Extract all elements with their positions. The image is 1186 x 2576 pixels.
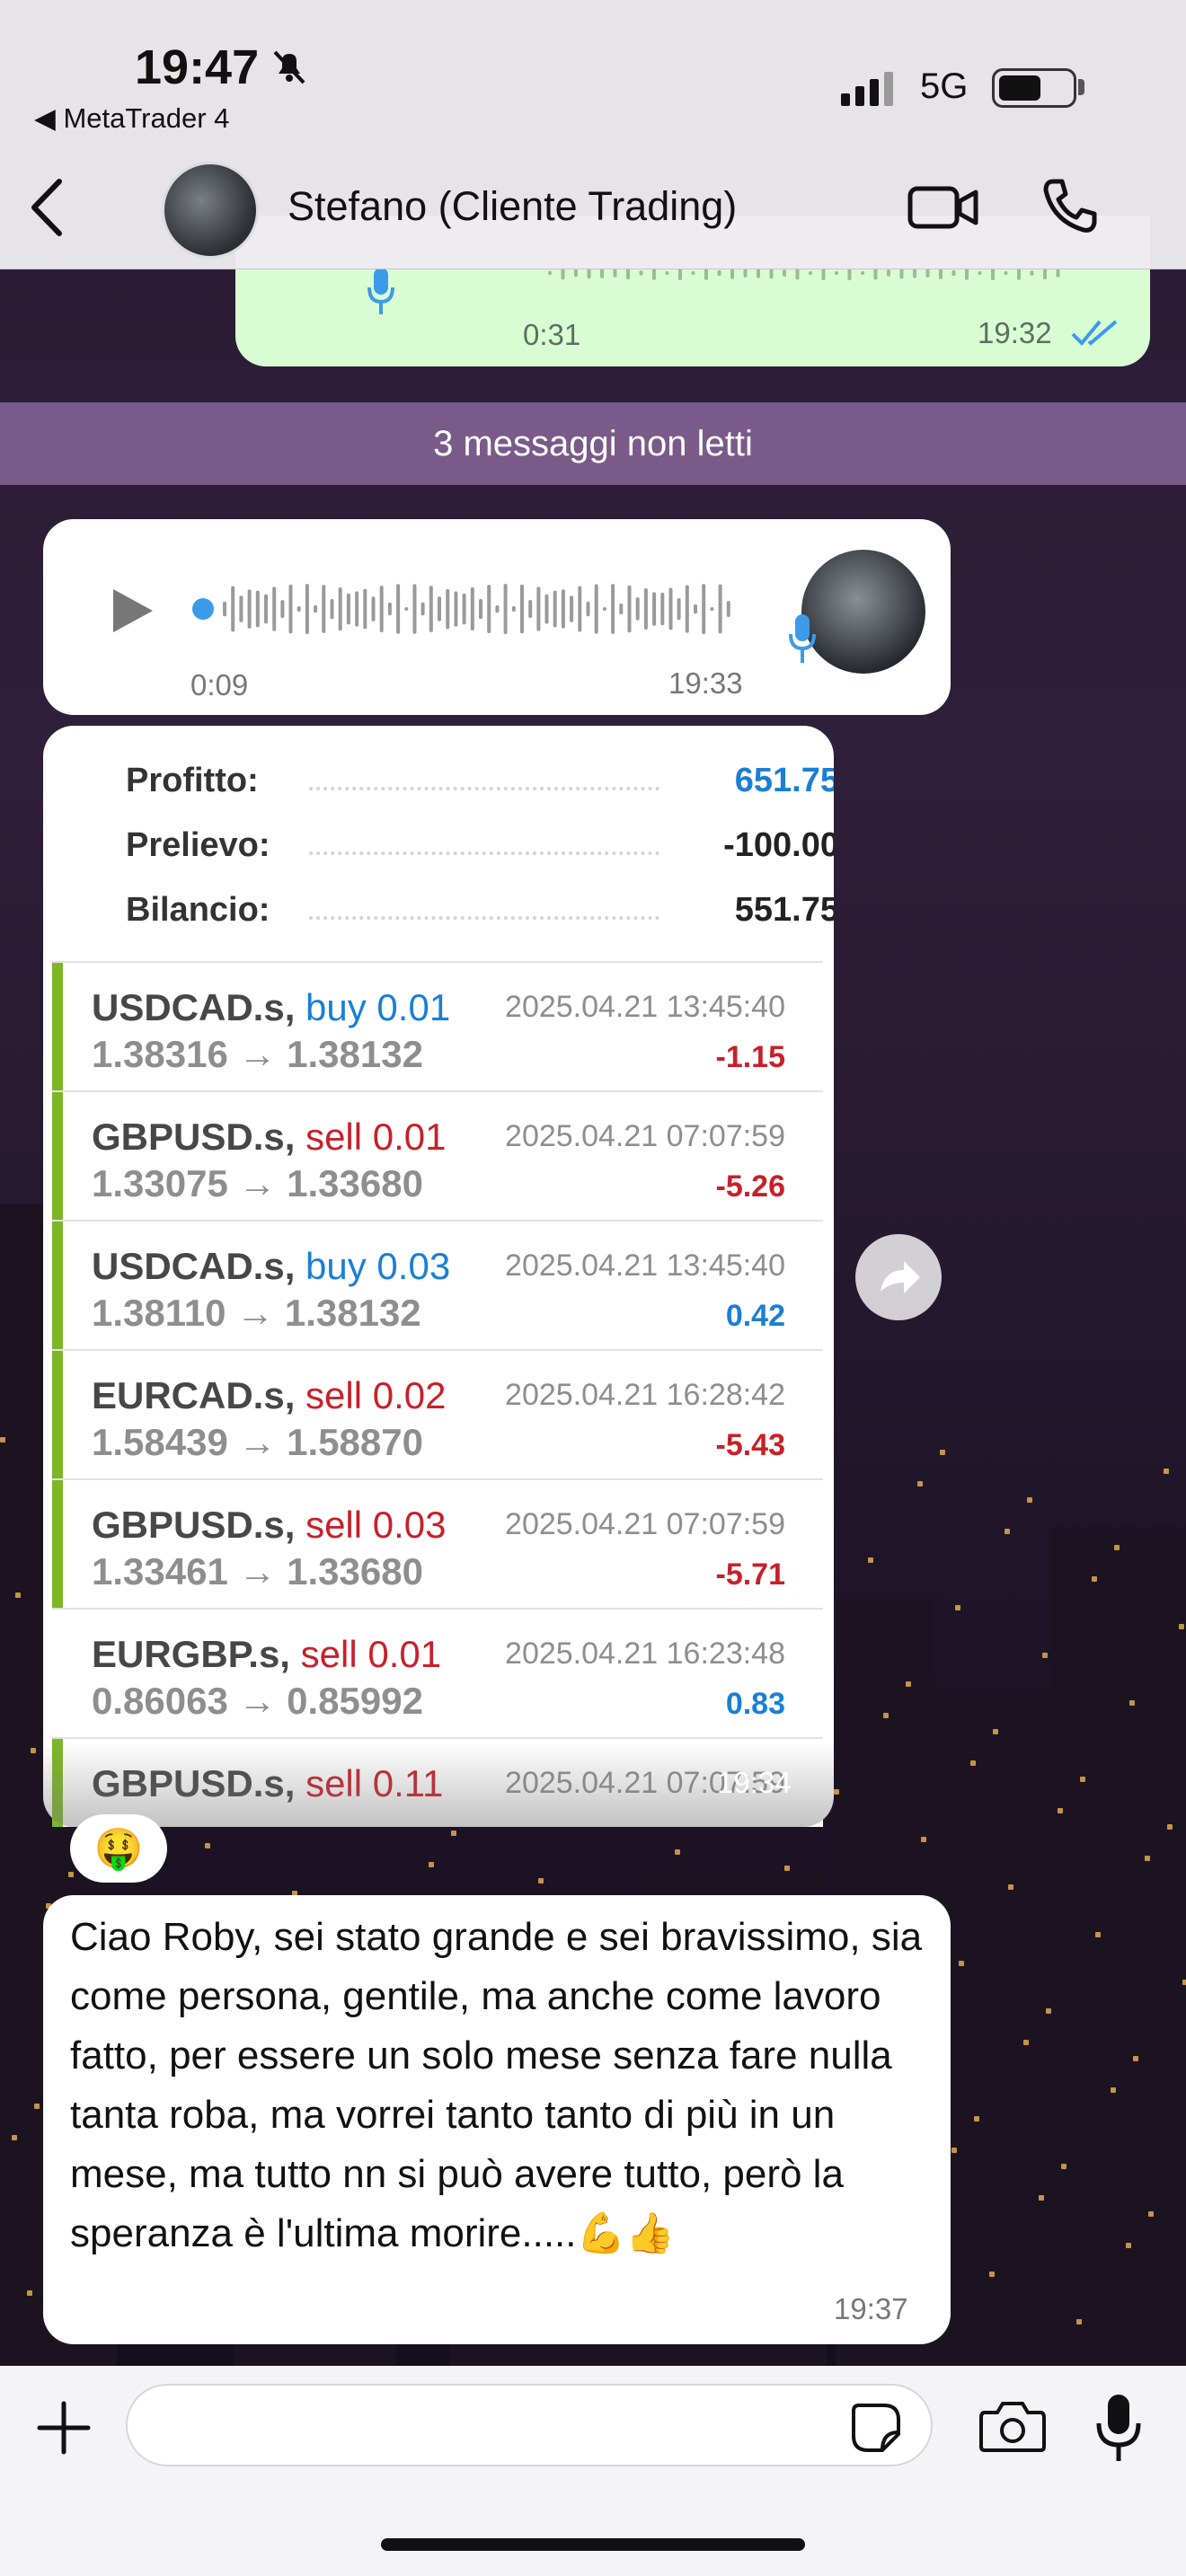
trade-datetime: 2025.04.21 13:45:40 <box>505 990 785 1024</box>
play-icon[interactable] <box>106 586 156 636</box>
battery-tip <box>1078 79 1084 95</box>
message-input[interactable] <box>126 2384 933 2466</box>
trade-profit: 0.42 <box>725 1299 785 1333</box>
back-chevron-icon[interactable] <box>27 176 66 239</box>
mic-icon <box>367 268 394 314</box>
trade-profit: -5.26 <box>715 1169 786 1204</box>
trade-side: buy 0.03 <box>305 1245 451 1287</box>
trade-side: sell 0.01 <box>300 1633 442 1675</box>
chat-header: 19:47 ◀ MetaTrader 4 5G Stefano (Cliente… <box>0 0 1186 269</box>
trade-prices: 1.58439 → 1.58870 <box>92 1421 423 1463</box>
summary-label: Profitto: <box>126 762 259 799</box>
summary-row-withdrawal: Prelievo: -100.00 <box>84 826 834 880</box>
battery-icon <box>992 68 1076 108</box>
trade-symbol: EURCAD.s, sell 0.02 <box>92 1374 447 1416</box>
trade-profit: 0.83 <box>725 1687 785 1721</box>
trade-datetime: 2025.04.21 16:28:42 <box>505 1378 785 1412</box>
message-text: Ciao Roby, sei stato grande e sei bravis… <box>70 1915 923 2255</box>
message-time: 19:32 <box>978 316 1052 349</box>
trade-side: sell 0.02 <box>305 1374 447 1416</box>
summary-row-balance: Bilancio: 551.75 <box>84 891 834 945</box>
camera-icon[interactable] <box>979 2398 1046 2454</box>
trade-prices: 1.38316 → 1.38132 <box>92 1033 423 1075</box>
trade-status-bar <box>52 1351 63 1478</box>
summary-label: Prelievo: <box>126 826 270 864</box>
summary-value: 551.75 <box>734 891 834 929</box>
sticker-icon[interactable] <box>850 2402 902 2454</box>
trade-symbol: GBPUSD.s, sell 0.01 <box>92 1116 447 1158</box>
summary-value: 651.75 <box>734 762 834 799</box>
trade-side: sell 0.01 <box>305 1116 447 1158</box>
trade-row: EURCAD.s, sell 0.02 1.58439 → 1.58870 2025… <box>52 1349 823 1478</box>
bell-muted-icon <box>273 50 305 84</box>
trade-datetime: 2025.04.21 13:45:40 <box>505 1248 785 1283</box>
cellular-signal-icon <box>841 72 893 106</box>
voice-duration: 0:09 <box>190 668 249 701</box>
trade-row: USDCAD.s, buy 0.01 1.38316 → 1.38132 2025.… <box>52 961 823 1090</box>
message-time: 19:37 <box>834 2292 908 2325</box>
trade-status-bar <box>52 963 63 1090</box>
trade-prices: 1.33461 → 1.33680 <box>92 1550 423 1592</box>
back-to-app-link[interactable]: ◀ MetaTrader 4 <box>34 102 229 135</box>
unread-messages-banner: 3 messaggi non letti <box>0 402 1186 485</box>
message-time: 19:34 <box>717 1766 792 1799</box>
trade-prices: 1.38110 → 1.38132 <box>92 1292 421 1334</box>
trade-row: GBPUSD.s, sell 0.01 1.33075 → 1.33680 2025… <box>52 1090 823 1220</box>
trade-symbol: GBPUSD.s, sell 0.03 <box>92 1504 447 1546</box>
trade-symbol: USDCAD.s, buy 0.01 <box>92 986 451 1028</box>
status-time: 19:47 <box>135 40 260 94</box>
message-time: 19:33 <box>668 666 743 700</box>
voice-waveform[interactable] <box>192 580 749 638</box>
trade-status-bar <box>52 1480 63 1608</box>
video-call-icon[interactable] <box>907 180 979 234</box>
voice-duration: 0:31 <box>523 318 581 351</box>
trade-row: GBPUSD.s, sell 0.03 1.33461 → 1.33680 2025… <box>52 1478 823 1608</box>
trade-row: USDCAD.s, buy 0.03 1.38110 → 1.38132 2025.… <box>52 1220 823 1349</box>
trade-datetime: 2025.04.21 07:07:59 <box>505 1507 785 1541</box>
trade-profit: -1.15 <box>715 1040 786 1074</box>
voice-sender-avatar <box>801 550 925 674</box>
read-receipt-icon <box>1071 320 1118 346</box>
trade-list: USDCAD.s, buy 0.01 1.38316 → 1.38132 2025.… <box>52 961 823 1827</box>
trade-status-bar <box>52 1092 63 1220</box>
summary-label: Bilancio: <box>126 891 270 929</box>
phone-call-icon[interactable] <box>1040 176 1100 235</box>
home-indicator <box>381 2538 805 2551</box>
trade-symbol: USDCAD.s, buy 0.03 <box>92 1245 451 1287</box>
reaction-emoji: 🤑 <box>93 1827 144 1871</box>
trade-prices: 1.33075 → 1.33680 <box>92 1162 423 1204</box>
trade-status-bar <box>52 1222 63 1349</box>
trade-side: sell 0.03 <box>305 1504 447 1546</box>
plus-icon[interactable] <box>34 2398 93 2457</box>
contact-name[interactable]: Stefano (Cliente Trading) <box>288 183 737 230</box>
trade-profit: -5.43 <box>715 1428 786 1462</box>
message-reaction[interactable]: 🤑 <box>70 1814 167 1883</box>
mic-icon[interactable] <box>1094 2391 1143 2465</box>
trade-symbol: EURGBP.s, sell 0.01 <box>92 1633 442 1675</box>
summary-value: -100.00 <box>723 826 834 864</box>
summary-row-profit: Profitto: 651.75 <box>84 762 834 816</box>
trade-row: EURGBP.s, sell 0.01 0.86063 → 0.85992 2025… <box>52 1608 823 1737</box>
trade-side: buy 0.01 <box>305 986 451 1028</box>
trade-datetime: 2025.04.21 16:23:48 <box>505 1636 785 1671</box>
network-type: 5G <box>920 66 969 106</box>
trade-profit: -5.71 <box>715 1557 786 1592</box>
forward-icon[interactable] <box>855 1234 942 1320</box>
trade-prices: 0.86063 → 0.85992 <box>92 1680 423 1722</box>
contact-avatar[interactable] <box>162 162 259 259</box>
mic-icon <box>789 614 816 663</box>
trade-datetime: 2025.04.21 07:07:59 <box>505 1119 785 1153</box>
